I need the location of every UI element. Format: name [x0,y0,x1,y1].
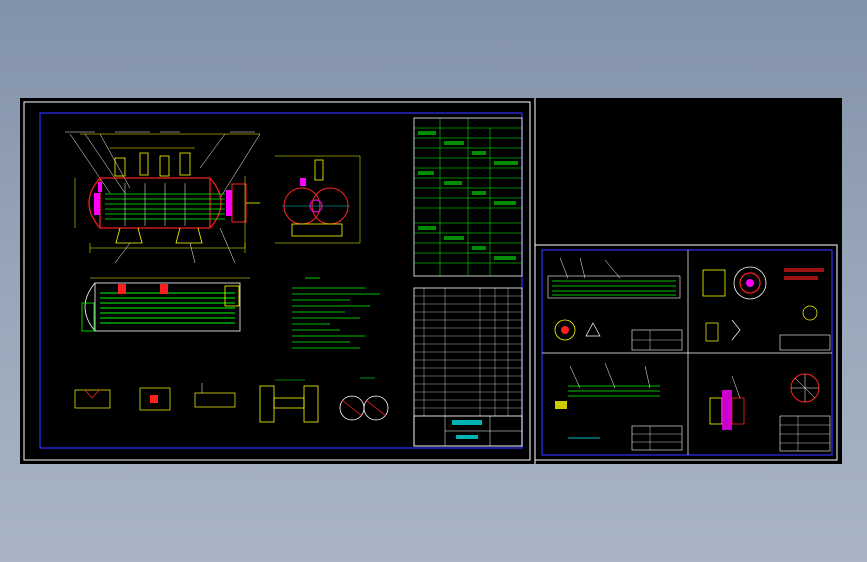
nozzle-table [413,117,523,277]
baffle-view [555,362,683,451]
tubesheet-view [702,266,831,351]
technical-notes [292,277,380,349]
detail-sheet [534,244,838,461]
flange-view [709,373,831,452]
front-elevation-view [65,131,261,264]
side-view [275,155,361,244]
main-assembly-sheet [23,101,531,461]
tube-bundle-view [547,257,683,351]
cad-drawing-canvas[interactable] [20,98,842,464]
weld-details [74,377,389,423]
plan-view [81,277,250,332]
parts-list-table [413,287,523,447]
